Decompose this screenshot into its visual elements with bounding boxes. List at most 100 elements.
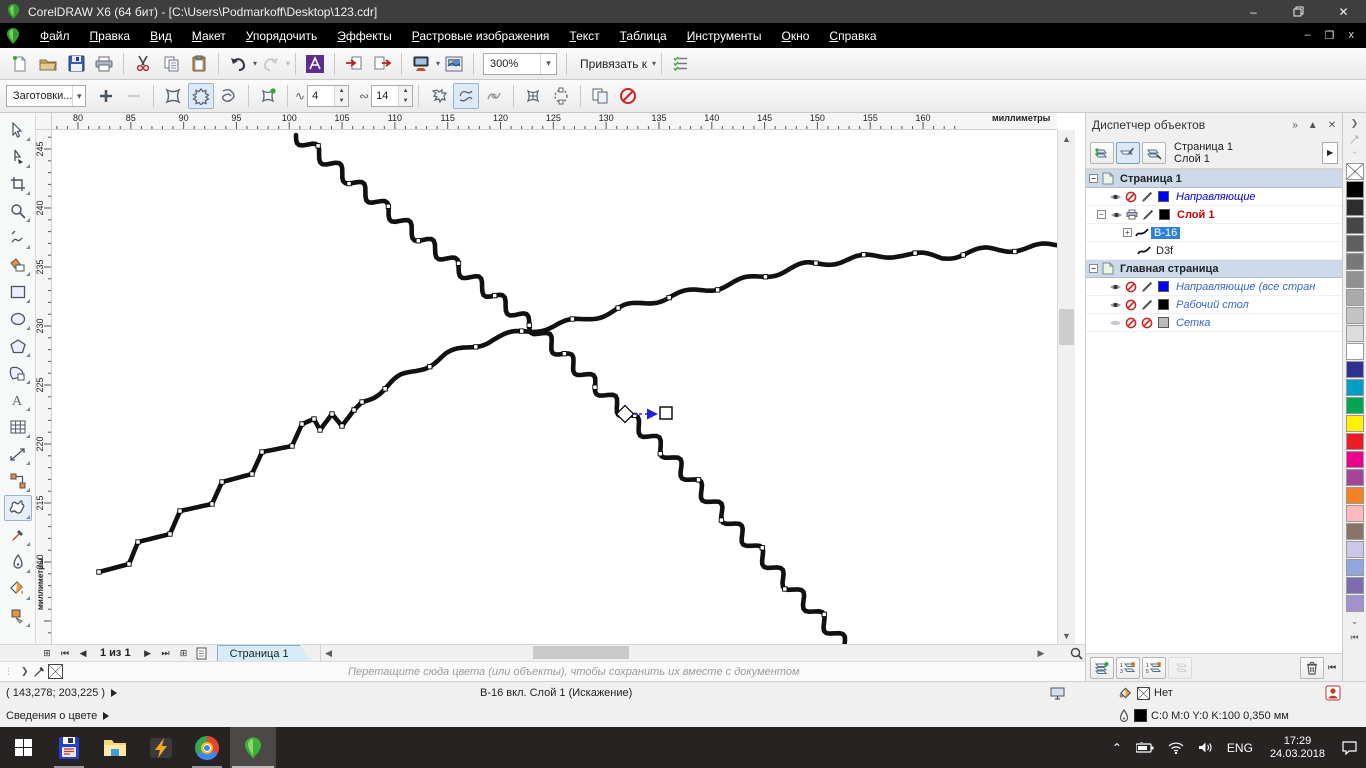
color-swatch-6[interactable] (1345, 289, 1364, 306)
scroll-right-arrow[interactable]: ▶ (1033, 645, 1049, 661)
zipper-distortion-icon[interactable] (188, 83, 214, 109)
color-swatch-3[interactable] (1345, 235, 1364, 252)
zoom-tool-icon[interactable] (4, 198, 32, 224)
minimize-button[interactable]: – (1231, 0, 1276, 23)
dimension-tool-icon[interactable] (4, 441, 32, 467)
color-swatch-21[interactable] (1345, 559, 1364, 576)
new-master-layer-odd-pages-button[interactable]: 15 (1142, 656, 1166, 679)
color-info-arrow[interactable] (103, 711, 110, 720)
tray-clock[interactable]: 17:29 24.03.2018 (1262, 735, 1333, 761)
eyedropper-icon[interactable] (32, 666, 46, 678)
eyedropper-tool-icon[interactable] (4, 522, 32, 548)
show-object-properties-button[interactable] (1090, 141, 1114, 164)
start-button[interactable] (0, 727, 46, 768)
rectangle-tool-icon[interactable] (4, 279, 32, 305)
vertical-scrollbar[interactable]: ▲ ▼ (1057, 130, 1075, 644)
close-button[interactable]: ✕ (1321, 0, 1366, 23)
menu-5[interactable]: Эффекты (327, 25, 402, 47)
color-swatch-18[interactable] (1345, 505, 1364, 522)
horizontal-scrollbar[interactable]: ◀ ▶ (319, 645, 1067, 661)
horizontal-ruler[interactable]: 80 85 90 95 100 105 110 115 120 125 130 135 140 145 15… (52, 113, 1057, 130)
cut-scissors-icon[interactable] (130, 51, 156, 77)
vertical-scroll-thumb[interactable] (1059, 309, 1074, 345)
app-launcher-icon[interactable] (408, 51, 434, 77)
noprint-icon[interactable] (1124, 299, 1138, 311)
freehand-tool-icon[interactable] (4, 225, 32, 251)
color-swatch-9[interactable] (1345, 343, 1364, 360)
eye-icon[interactable] (1108, 281, 1122, 293)
color-swatch-7[interactable] (1345, 307, 1364, 324)
wifi-icon[interactable] (1163, 742, 1189, 754)
smooth-distortion-icon[interactable] (453, 83, 480, 109)
eye-icon[interactable] (1108, 191, 1122, 203)
copy-icon[interactable] (158, 51, 184, 77)
undo-dropdown-caret[interactable]: ▾ (253, 59, 257, 68)
tree-page-row-0[interactable]: − Страница 1 (1086, 170, 1343, 188)
redo-icon[interactable] (258, 51, 284, 77)
color-swatch-23[interactable] (1345, 595, 1364, 612)
tree-row-1[interactable]: Направляющие (1086, 188, 1343, 206)
center-distortion-icon[interactable] (520, 83, 546, 109)
connect-search-icon[interactable] (302, 51, 328, 77)
doc-restore-button[interactable]: ❐ (1325, 29, 1335, 42)
proofing-user-icon[interactable] (1325, 685, 1341, 701)
docker-collapse-icon[interactable]: ▲ (1308, 120, 1318, 131)
new-distortion-icon[interactable] (255, 83, 281, 109)
last-page-button[interactable]: ⏭ (157, 646, 175, 661)
color-swatch-10[interactable] (1345, 361, 1364, 378)
paste-icon[interactable] (186, 51, 212, 77)
tree-row-4[interactable]: D3f (1086, 242, 1343, 260)
taskbar-winamp-icon[interactable] (138, 727, 184, 768)
menu-8[interactable]: Таблица (610, 25, 677, 47)
layer-color-chip[interactable] (1158, 281, 1169, 292)
noprint-icon[interactable] (1124, 317, 1138, 329)
add-preset-icon[interactable] (93, 83, 119, 109)
palette-flyout-icon[interactable]: ❯ (1343, 115, 1366, 131)
color-swatch-5[interactable] (1345, 271, 1364, 288)
pick-tool-icon[interactable] (4, 117, 32, 143)
color-swatch-1[interactable] (1345, 199, 1364, 216)
zipper-amplitude-spinner[interactable]: 4 ▲ ▼ (307, 85, 350, 107)
next-page-button[interactable]: ▶ (139, 646, 157, 661)
drawing-canvas[interactable] (52, 130, 1057, 644)
tray-chevron-up-icon[interactable]: ⌃ (1107, 741, 1127, 755)
docker-collapse-strip[interactable]: ⏮ (1326, 662, 1338, 673)
smart-fill-tool-icon[interactable] (4, 252, 32, 278)
taskbar-file-explorer-icon[interactable] (92, 727, 138, 768)
color-swatch-none[interactable] (1345, 163, 1364, 180)
layer-color-chip[interactable] (1158, 191, 1169, 202)
page-sorter-icon[interactable] (193, 646, 211, 661)
ruler-corner[interactable] (36, 113, 52, 130)
palette-expand-left-icon[interactable]: ⏮ (1343, 629, 1366, 645)
color-swatch-22[interactable] (1345, 577, 1364, 594)
color-swatch-19[interactable] (1345, 523, 1364, 540)
layer-color-chip[interactable] (1158, 299, 1169, 310)
add-page-before-button[interactable]: ⊞ (38, 646, 56, 661)
new-layer-button[interactable] (1090, 656, 1114, 679)
palette-expand-icon[interactable]: ❯ (18, 666, 32, 677)
export-icon[interactable] (369, 51, 395, 77)
color-swatch-14[interactable] (1345, 433, 1364, 450)
color-swatch-0[interactable] (1345, 181, 1364, 198)
menu-4[interactable]: Упорядочить (236, 25, 327, 47)
menu-0[interactable]: Файл (30, 25, 80, 47)
tree-row-6[interactable]: Направляющие (все стран (1086, 278, 1343, 296)
docker-flyout-button[interactable]: ▶ (1322, 141, 1339, 164)
menu-10[interactable]: Окно (772, 25, 820, 47)
coords-menu-arrow[interactable] (111, 689, 118, 697)
expander-icon[interactable]: − (1089, 174, 1098, 183)
menu-6[interactable]: Растровые изображения (402, 25, 560, 47)
docker-close-icon[interactable]: ✕ (1328, 120, 1336, 131)
color-swatch-20[interactable] (1345, 541, 1364, 558)
menu-1[interactable]: Правка (80, 25, 141, 47)
outline-pen-tool-icon[interactable] (4, 549, 32, 575)
pencil-icon[interactable] (1140, 299, 1154, 311)
new-document-icon[interactable] (7, 51, 33, 77)
twister-distortion-icon[interactable] (216, 83, 242, 109)
pencil-icon[interactable] (1140, 191, 1154, 203)
layer-manager-view-button[interactable] (1142, 141, 1166, 164)
expander-icon[interactable]: − (1097, 210, 1106, 219)
language-indicator[interactable]: ENG (1222, 741, 1258, 755)
tree-row-7[interactable]: Рабочий стол (1086, 296, 1343, 314)
basic-shapes-tool-icon[interactable] (4, 360, 32, 386)
